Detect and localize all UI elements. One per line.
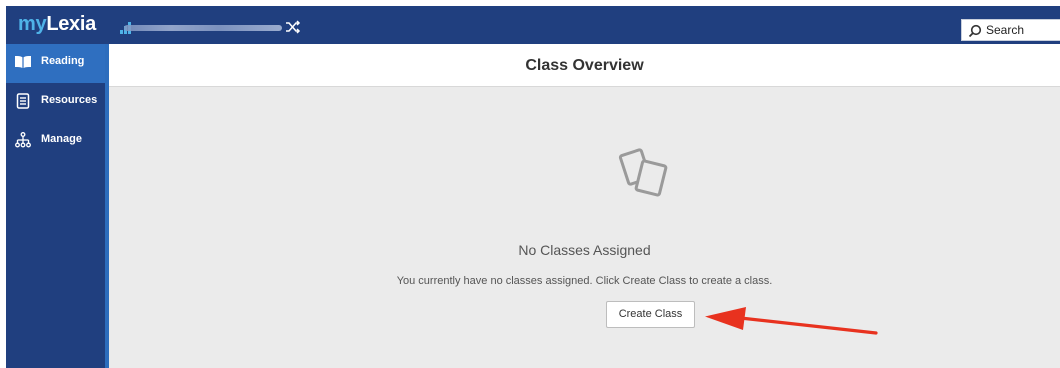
empty-state-title: No Classes Assigned <box>518 242 651 258</box>
shuffle-icon[interactable] <box>285 19 301 35</box>
sidebar-item-label: Resources <box>41 94 98 106</box>
create-class-button[interactable]: Create Class <box>606 301 695 328</box>
empty-state-description: You currently have no classes assigned. … <box>396 275 773 287</box>
sidebar-item-reading[interactable]: Reading <box>6 44 107 83</box>
app-window: myLexia Search Reading Resources Manage … <box>0 0 1060 368</box>
main-content: Class Overview No Classes Assigned You c… <box>109 44 1060 368</box>
sidebar-item-label: Manage <box>41 133 82 145</box>
redacted-account-name <box>124 25 282 31</box>
mylexia-logo[interactable]: myLexia <box>18 13 96 36</box>
sidebar-item-resources[interactable]: Resources <box>6 83 107 122</box>
annotation-arrow <box>705 307 878 335</box>
sidebar: Reading Resources Manage <box>6 44 107 368</box>
sidebar-item-label: Reading <box>41 55 85 67</box>
sidebar-item-manage[interactable]: Manage <box>6 122 107 161</box>
logo-lexia-text: Lexia <box>46 13 96 35</box>
page-title: Class Overview <box>525 57 644 74</box>
book-icon <box>15 56 31 68</box>
search-input[interactable]: Search <box>961 19 1060 41</box>
logo-my-text: my <box>18 13 47 35</box>
search-label: Search <box>986 23 1025 37</box>
document-icon <box>16 93 30 109</box>
top-navbar: myLexia Search <box>6 6 1060 44</box>
search-icon <box>968 24 982 38</box>
hierarchy-icon <box>15 132 31 148</box>
page-header: Class Overview <box>109 44 1060 87</box>
cards-icon <box>618 148 668 197</box>
